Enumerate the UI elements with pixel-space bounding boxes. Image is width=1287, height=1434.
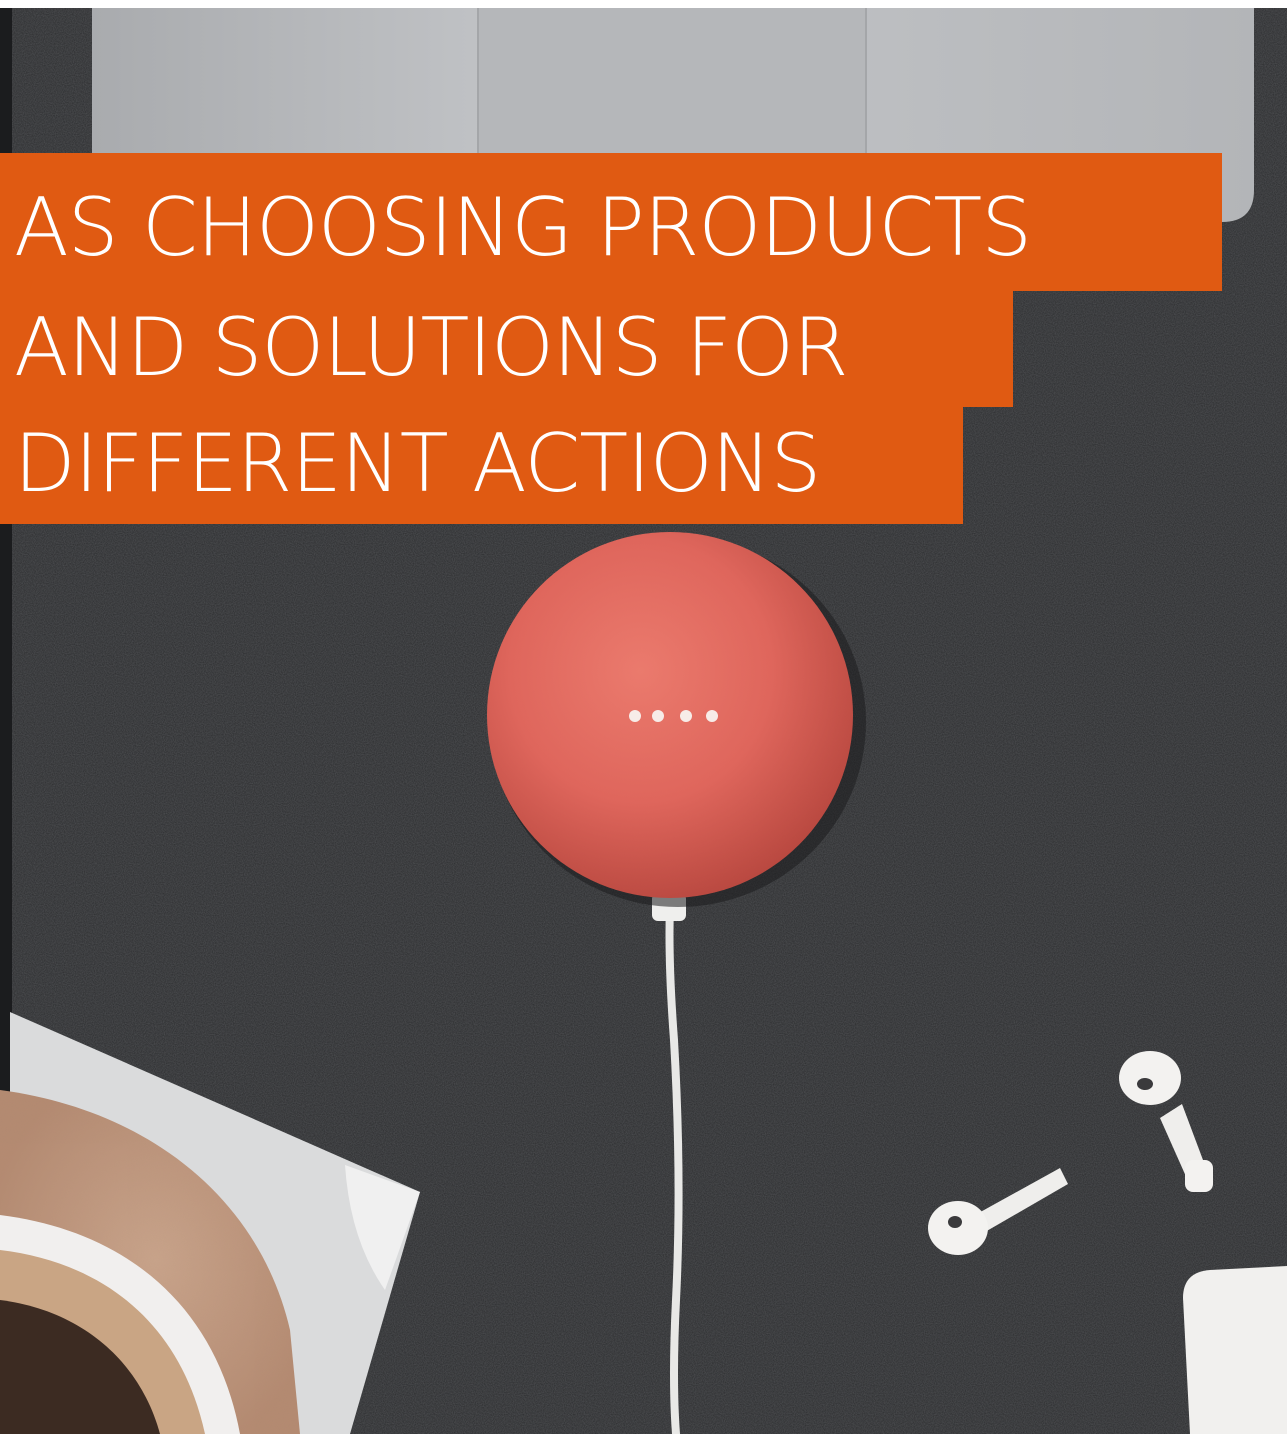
laptop-top-bar xyxy=(0,0,1287,8)
photo-scene xyxy=(0,0,1287,1434)
laptop-trackpad xyxy=(477,5,867,157)
earbuds-case xyxy=(1183,1266,1287,1434)
speaker-fabric-texture xyxy=(487,532,853,898)
